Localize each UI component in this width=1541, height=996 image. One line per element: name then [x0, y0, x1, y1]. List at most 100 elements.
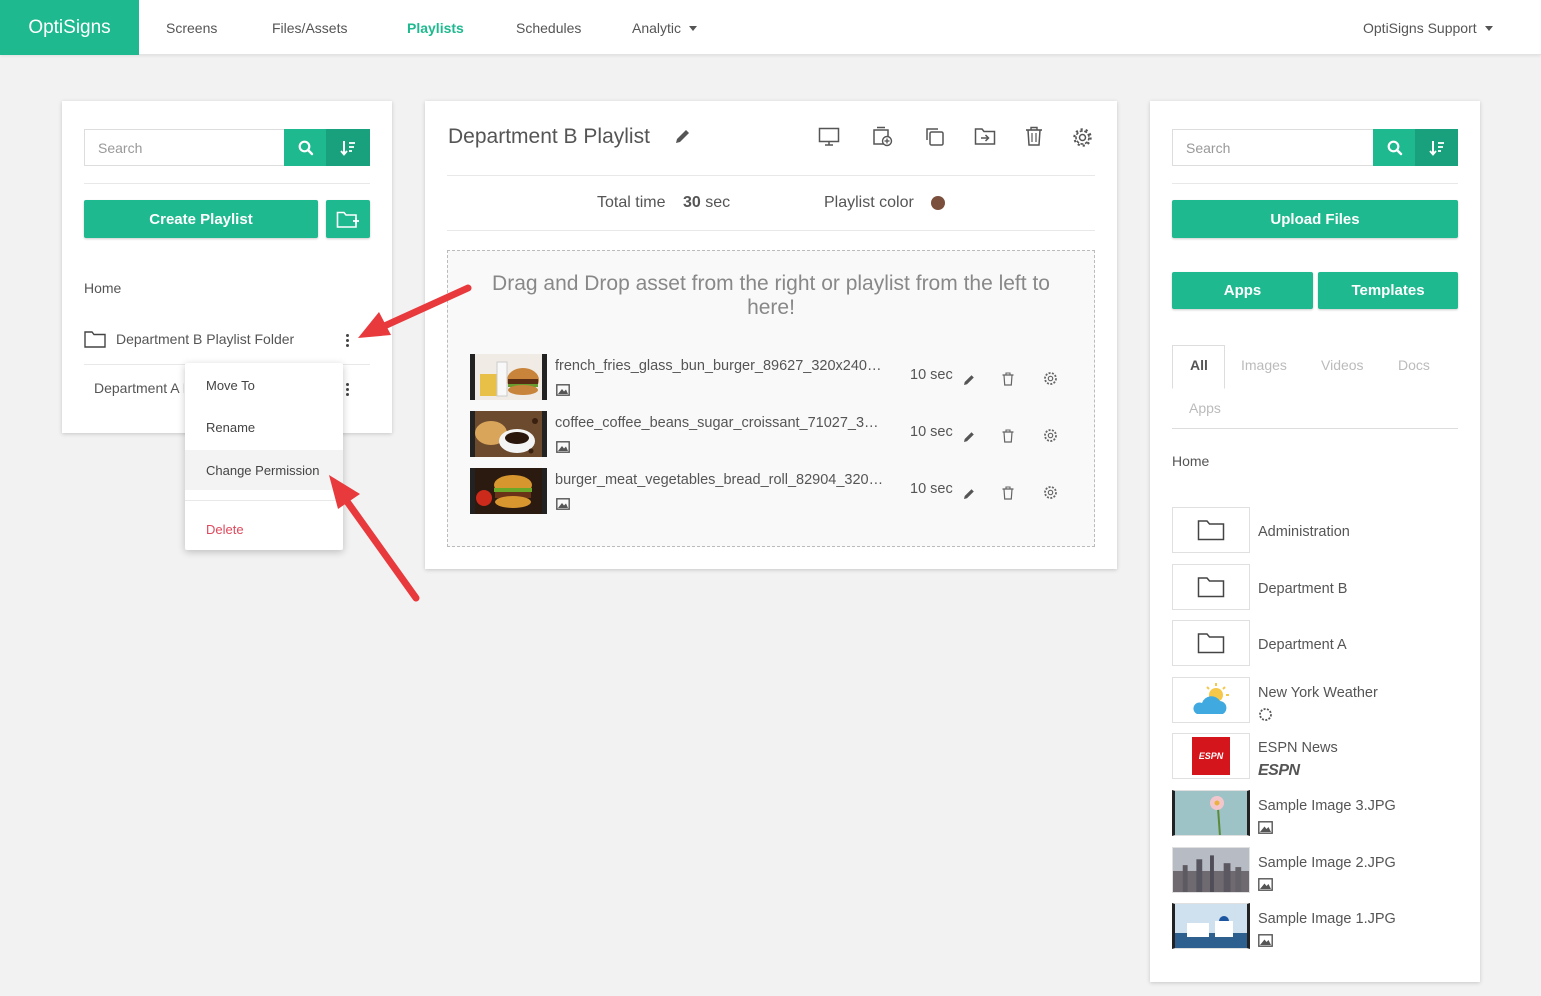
total-time-value: 30 sec — [683, 194, 731, 211]
folder-name: Department B Playlist Folder — [116, 331, 295, 347]
nav-analytic[interactable]: Analytic — [632, 0, 698, 55]
item-thumbnail — [470, 354, 547, 400]
drop-zone-text: Drag and Drop asset from the right or pl… — [492, 272, 1050, 319]
sort-button[interactable] — [1415, 129, 1458, 166]
nav-analytic-label: Analytic — [632, 19, 682, 36]
asset-item[interactable]: New York Weather — [1172, 677, 1458, 723]
remove-item-icon[interactable] — [1002, 372, 1014, 386]
nav-files-assets[interactable]: Files/Assets — [272, 0, 347, 55]
asset-name: Department A — [1258, 637, 1347, 653]
folder-icon — [1197, 633, 1225, 654]
asset-thumbnail — [1172, 564, 1250, 610]
folder-context-menu: Move To Rename Change Permission Delete — [185, 363, 343, 550]
item-settings-icon[interactable] — [1043, 371, 1058, 386]
tab-videos[interactable]: Videos — [1321, 357, 1364, 373]
total-time-number: 30 — [683, 194, 701, 211]
folder-icon — [84, 331, 106, 348]
playlist-color-swatch[interactable] — [931, 196, 945, 210]
brand-logo[interactable]: OptiSigns — [0, 0, 139, 55]
nav-schedules[interactable]: Schedules — [516, 0, 581, 55]
search-icon — [1387, 140, 1402, 155]
more-options-icon[interactable] — [346, 383, 350, 396]
item-settings-icon[interactable] — [1043, 485, 1058, 500]
espn-logo: ESPN — [1192, 737, 1230, 775]
asset-item[interactable]: Sample Image 1.JPG — [1172, 903, 1458, 949]
folder-row[interactable]: Department A Playlist Folder — [84, 379, 184, 397]
menu-change-permission[interactable]: Change Permission — [185, 450, 343, 490]
asset-item[interactable]: Administration — [1172, 507, 1458, 553]
breadcrumb-home[interactable]: Home — [84, 280, 121, 296]
remove-item-icon[interactable] — [1002, 429, 1014, 443]
image-type-icon — [556, 498, 570, 510]
assign-screen-icon[interactable] — [872, 126, 894, 148]
tab-apps[interactable]: Apps — [1189, 400, 1221, 416]
item-settings-icon[interactable] — [1043, 428, 1058, 443]
templates-button[interactable]: Templates — [1318, 272, 1458, 309]
item-duration: 10 sec — [910, 481, 953, 497]
breadcrumb-home[interactable]: Home — [1172, 453, 1209, 469]
asset-thumbnail — [1172, 677, 1250, 723]
sort-button[interactable] — [326, 129, 370, 166]
upload-files-button[interactable]: Upload Files — [1172, 200, 1458, 238]
delete-playlist-icon[interactable] — [1025, 126, 1043, 146]
divider — [447, 230, 1095, 231]
create-playlist-button[interactable]: Create Playlist — [84, 200, 318, 238]
menu-delete[interactable]: Delete — [185, 509, 343, 549]
item-thumbnail — [470, 411, 547, 457]
asset-name: Sample Image 3.JPG — [1258, 798, 1396, 814]
asset-search-input[interactable]: Search — [1172, 129, 1374, 166]
playlist-settings-icon[interactable] — [1072, 127, 1093, 148]
edit-title-icon[interactable] — [674, 128, 691, 145]
asset-item[interactable]: ESPN ESPN News ESPN — [1172, 733, 1458, 779]
asset-item[interactable]: Sample Image 2.JPG — [1172, 847, 1458, 893]
asset-thumbnail — [1172, 790, 1250, 836]
tab-docs[interactable]: Docs — [1398, 357, 1430, 373]
asset-item[interactable]: Department A — [1172, 620, 1458, 666]
nav-screens[interactable]: Screens — [166, 0, 217, 55]
playlist-item[interactable]: french_fries_glass_bun_burger_89627_320x… — [470, 354, 1070, 400]
folder-plus-icon — [336, 211, 359, 228]
caret-down-icon — [1484, 26, 1493, 31]
asset-thumbnail: ESPN — [1172, 733, 1250, 779]
nav-playlists[interactable]: Playlists — [407, 0, 464, 55]
apps-button[interactable]: Apps — [1172, 272, 1313, 309]
edit-duration-icon[interactable] — [963, 488, 975, 500]
asset-item[interactable]: Department B — [1172, 564, 1458, 610]
new-folder-button[interactable] — [326, 200, 370, 238]
user-name: OptiSigns Support — [1363, 19, 1477, 36]
more-options-icon[interactable] — [346, 334, 350, 347]
item-name: burger_meat_vegetables_bread_roll_82904_… — [555, 472, 885, 488]
menu-rename[interactable]: Rename — [185, 407, 343, 447]
image-type-icon — [1258, 878, 1273, 891]
asset-item[interactable]: Sample Image 3.JPG — [1172, 790, 1458, 836]
move-to-folder-icon[interactable] — [974, 127, 996, 146]
image-type-icon — [1258, 821, 1273, 834]
edit-duration-icon[interactable] — [963, 374, 975, 386]
playlist-item[interactable]: burger_meat_vegetables_bread_roll_82904_… — [470, 468, 1070, 514]
user-menu[interactable]: OptiSigns Support — [1363, 0, 1493, 55]
folder-row[interactable]: Department B Playlist Folder — [84, 330, 294, 348]
item-duration: 10 sec — [910, 424, 953, 440]
menu-move-to[interactable]: Move To — [185, 365, 343, 405]
image-type-icon — [1258, 934, 1273, 947]
folder-icon — [1197, 577, 1225, 598]
preview-screen-icon[interactable] — [818, 127, 840, 147]
playlist-item[interactable]: coffee_coffee_beans_sugar_croissant_7102… — [470, 411, 1070, 457]
sort-icon — [340, 140, 355, 156]
duplicate-icon[interactable] — [924, 126, 945, 147]
image-type-icon — [556, 384, 570, 396]
asset-thumbnail — [1172, 620, 1250, 666]
search-button[interactable] — [1373, 129, 1416, 166]
tab-all-label: All — [1190, 357, 1208, 373]
playlist-search-input[interactable]: Search — [84, 129, 285, 166]
remove-item-icon[interactable] — [1002, 486, 1014, 500]
tab-images[interactable]: Images — [1241, 357, 1287, 373]
asset-name: New York Weather — [1258, 685, 1378, 701]
edit-duration-icon[interactable] — [963, 431, 975, 443]
divider — [447, 175, 1095, 176]
search-button[interactable] — [284, 129, 327, 166]
asset-name: ESPN News — [1258, 740, 1338, 756]
item-thumbnail — [470, 468, 547, 514]
item-name: french_fries_glass_bun_burger_89627_320x… — [555, 358, 885, 374]
sort-icon — [1428, 140, 1444, 156]
